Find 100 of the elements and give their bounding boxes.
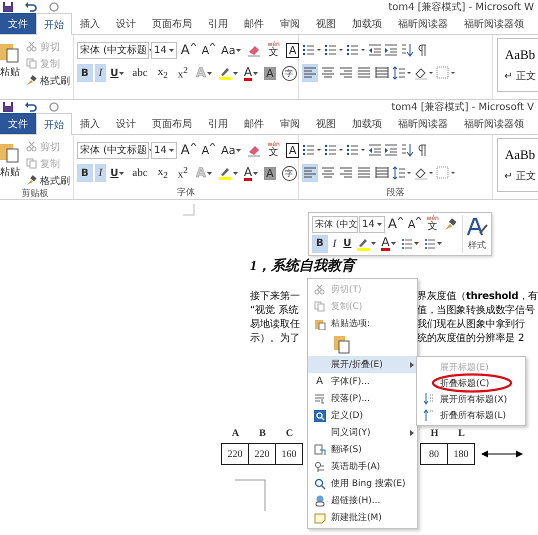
character-shading-button[interactable]: A — [262, 164, 278, 182]
paste-option-icon[interactable] — [334, 334, 350, 354]
underline-button[interactable]: U — [108, 64, 126, 82]
ribbon-tab[interactable]: 插入 — [72, 13, 108, 34]
shading-icon[interactable] — [414, 66, 434, 80]
ribbon-tab[interactable]: 加载项 — [344, 113, 390, 134]
grow-font-button[interactable]: A — [178, 141, 198, 159]
ribbon-tab[interactable]: 视图 — [308, 113, 344, 134]
underline-button[interactable]: U — [341, 234, 354, 253]
ribbon-tab[interactable]: 引用 — [200, 113, 236, 134]
multilevel-list-icon[interactable] — [346, 143, 366, 157]
menu-item[interactable]: 新建批注(M) — [308, 509, 417, 526]
ribbon-tab[interactable]: 审阅 — [272, 113, 308, 134]
format-button[interactable]: x$^{2}$ — [174, 64, 192, 82]
ribbon-tab[interactable]: 福昕阅读器 — [390, 13, 456, 34]
format-button[interactable]: I — [94, 164, 106, 182]
menu-item[interactable]: 使用 Bing 搜索(E) — [308, 475, 417, 492]
format-button[interactable]: I — [328, 234, 340, 253]
font-name-field[interactable]: 宋体 (中文标题 — [77, 42, 149, 58]
ribbon-tab[interactable]: 邮件 — [236, 113, 272, 134]
format-button[interactable]: abc — [128, 64, 152, 82]
ribbon-tab[interactable]: 引用 — [200, 13, 236, 34]
save-icon[interactable] — [2, 0, 14, 12]
numbering-icon[interactable] — [324, 143, 344, 157]
ribbon-tab[interactable]: 福昕阅读器领 — [456, 113, 532, 134]
grow-font-button[interactable]: A — [386, 215, 405, 234]
ribbon-tab[interactable]: 设计 — [108, 13, 144, 34]
menu-item[interactable]: 展开/折叠(E) — [308, 356, 417, 373]
font-size-field[interactable]: 14 — [359, 216, 385, 233]
menu-item[interactable]: 折叠标题(C) — [417, 375, 525, 391]
shading-icon[interactable] — [414, 166, 434, 180]
menu-item[interactable]: 英语助手(A) — [308, 458, 417, 475]
menu-item[interactable]: 翻译(S) — [308, 441, 417, 458]
numbering-icon[interactable] — [324, 43, 344, 57]
ribbon-tab[interactable]: 加载项 — [344, 13, 390, 34]
ribbon-tab[interactable]: 开始 — [36, 113, 72, 135]
style-gallery-item[interactable]: AaBb ↵ 正文 — [497, 138, 538, 192]
menu-item[interactable]: 超链接(H)... — [308, 492, 417, 509]
align-button[interactable] — [302, 164, 318, 182]
ribbon-tab[interactable]: 邮件 — [236, 13, 272, 34]
format-button[interactable]: B — [77, 64, 93, 82]
menu-item[interactable]: 段落(P)... — [308, 390, 417, 407]
format-button[interactable]: x$^{2}$ — [174, 164, 192, 182]
paste-button[interactable]: 粘贴 — [0, 137, 24, 188]
bullets-icon[interactable] — [302, 43, 322, 57]
underline-button[interactable]: U — [108, 164, 126, 182]
ribbon-tab[interactable]: 页面布局 — [144, 13, 200, 34]
file-tab[interactable]: 文件 — [0, 13, 36, 34]
change-case-button[interactable]: Aa — [219, 41, 244, 59]
font-size-field[interactable]: 14 — [151, 142, 177, 158]
shrink-font-button[interactable]: A — [200, 141, 218, 159]
ribbon-tab[interactable]: 插入 — [72, 113, 108, 134]
menu-item[interactable]: 折叠所有标题(L) — [417, 407, 525, 423]
font-name-field[interactable]: 宋体 (中文 — [312, 216, 358, 233]
enclose-character-button[interactable]: 字 — [280, 64, 299, 82]
undo-icon[interactable] — [24, 0, 38, 12]
ribbon-tab[interactable]: 视图 — [308, 13, 344, 34]
font-color-button[interactable]: A — [379, 234, 398, 253]
multilevel-list-icon[interactable] — [346, 43, 366, 57]
format-painter-button[interactable]: 格式刷 — [26, 173, 70, 188]
format-button[interactable]: I — [94, 64, 106, 82]
align-button[interactable] — [302, 64, 318, 82]
font-size-field[interactable]: 14 — [151, 42, 177, 58]
ribbon-tab[interactable]: 福昕阅读器 — [390, 113, 456, 134]
character-shading-button[interactable]: A — [262, 64, 278, 82]
format-button[interactable]: x$_{2}$ — [154, 164, 172, 182]
menu-item[interactable]: A 字体(F)... — [308, 373, 417, 390]
font-color-button[interactable]: A — [242, 64, 260, 82]
paragraph-marks-icon[interactable] — [416, 43, 428, 57]
file-tab[interactable]: 文件 — [0, 113, 36, 134]
ribbon-tab[interactable]: 福昕阅读器领 — [456, 13, 532, 34]
grow-font-button[interactable]: A — [178, 41, 198, 59]
styles-button[interactable]: 样式 — [462, 215, 488, 253]
format-painter-button[interactable]: 格式刷 — [26, 73, 70, 88]
style-gallery-item[interactable]: AaBb ↵ 正文 — [497, 38, 538, 92]
format-button[interactable]: abc — [128, 164, 152, 182]
format-button[interactable]: x$_{2}$ — [154, 64, 172, 82]
undo-icon[interactable] — [24, 100, 38, 112]
change-case-button[interactable]: Aa — [219, 141, 244, 159]
ribbon-tab[interactable]: 页面布局 — [144, 113, 200, 134]
line-spacing-icon[interactable] — [392, 166, 412, 180]
menu-item[interactable]: 展开所有标题(X) — [417, 391, 525, 407]
sort-icon[interactable] — [400, 43, 414, 57]
line-spacing-icon[interactable] — [392, 66, 412, 80]
sort-icon[interactable] — [400, 143, 414, 157]
character-border-button[interactable]: A — [284, 41, 302, 59]
paragraph-marks-icon[interactable] — [416, 143, 428, 157]
character-border-button[interactable]: A — [284, 141, 302, 159]
save-icon[interactable] — [2, 100, 14, 112]
format-button[interactable]: B — [312, 234, 328, 253]
increase-indent-icon[interactable] — [384, 43, 398, 57]
ribbon-tab[interactable]: 审阅 — [272, 13, 308, 34]
decrease-indent-icon[interactable] — [368, 43, 382, 57]
font-color-button[interactable]: A — [242, 164, 260, 182]
decrease-indent-icon[interactable] — [368, 143, 382, 157]
menu-item[interactable]: 同义词(Y) — [308, 424, 417, 441]
format-button[interactable]: B — [77, 164, 93, 182]
bullets-icon[interactable] — [302, 143, 322, 157]
ribbon-tab[interactable]: 设计 — [108, 113, 144, 134]
paste-button[interactable]: 粘贴 — [0, 37, 24, 99]
